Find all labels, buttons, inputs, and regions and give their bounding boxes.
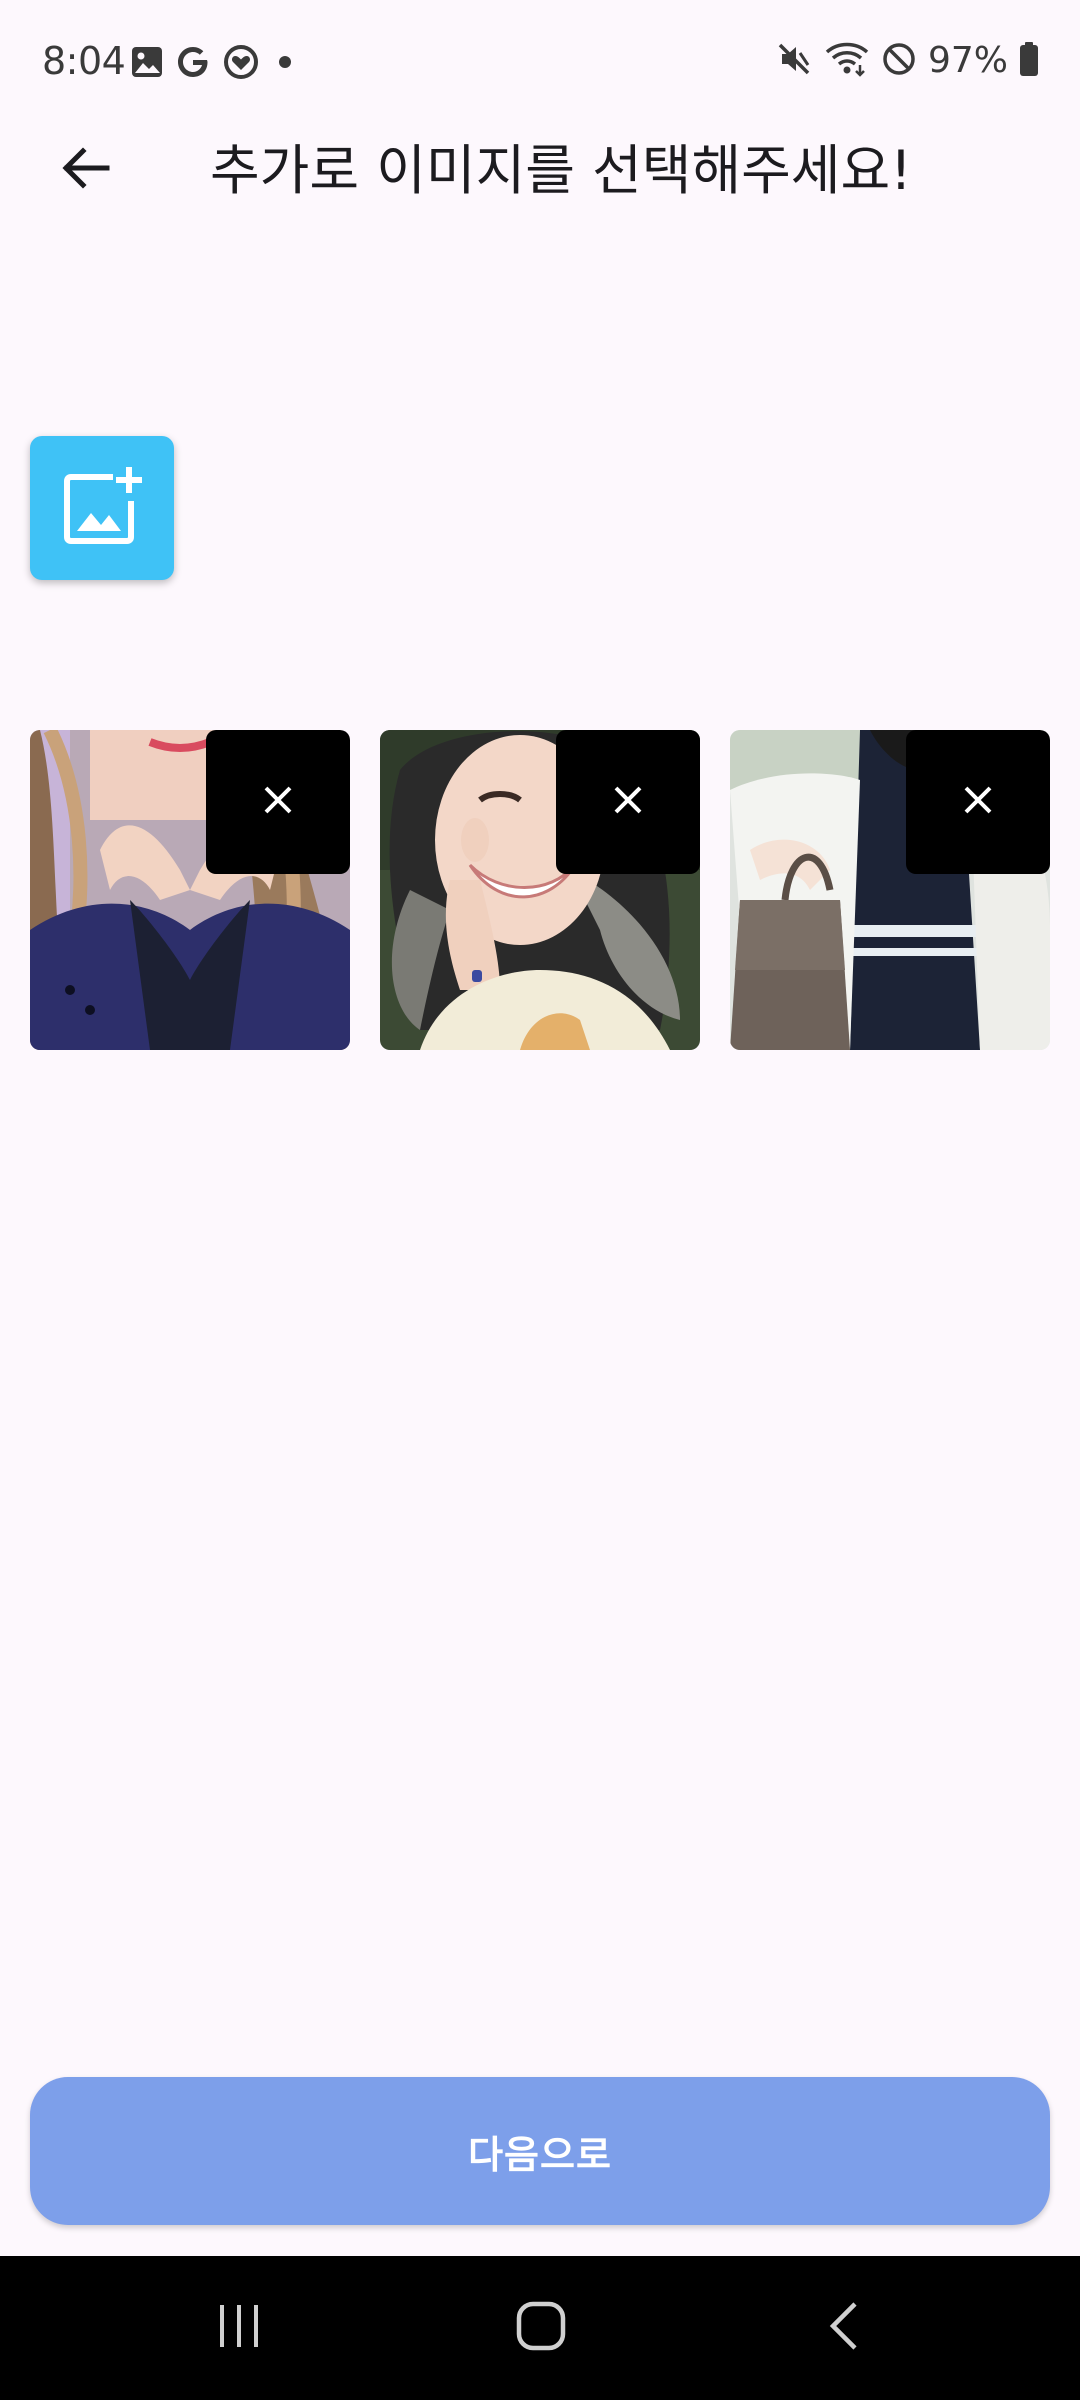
back-icon — [825, 2300, 865, 2356]
home-icon — [515, 2300, 567, 2356]
close-icon — [963, 785, 993, 819]
next-button[interactable]: 다음으로 — [30, 2077, 1050, 2225]
dot-icon — [270, 47, 300, 77]
nav-back-button[interactable] — [800, 2292, 890, 2364]
google-icon — [174, 43, 212, 81]
remove-image-button[interactable] — [206, 730, 350, 874]
selected-images-grid — [30, 730, 1050, 1050]
remove-image-button[interactable] — [906, 730, 1050, 874]
app-bar: 추가로 이미지를 선택해주세요! — [0, 120, 1080, 220]
mute-icon — [774, 39, 814, 83]
close-icon — [263, 785, 293, 819]
wifi-icon — [824, 39, 870, 83]
back-button[interactable] — [40, 140, 130, 200]
selected-image-2[interactable] — [380, 730, 700, 1050]
heart-badge-icon — [222, 43, 260, 81]
nav-recents-button[interactable] — [194, 2292, 284, 2364]
arrow-back-icon — [57, 140, 113, 200]
block-icon — [880, 40, 918, 82]
status-right: 97% — [774, 36, 1040, 86]
remove-image-button[interactable] — [556, 730, 700, 874]
status-left-icons — [130, 40, 300, 84]
battery-percent: 97% — [927, 40, 1008, 81]
nav-home-button[interactable] — [496, 2292, 586, 2364]
close-icon — [613, 785, 643, 819]
screen: 8:04 97% 추가로 이미지를 선택해주세요! 다음으로 — [0, 0, 1080, 2400]
status-time: 8:04 — [42, 39, 126, 83]
add-image-button[interactable] — [30, 436, 174, 580]
page-title: 추가로 이미지를 선택해주세요! — [210, 139, 912, 202]
battery-icon — [1018, 40, 1040, 82]
selected-image-1[interactable] — [30, 730, 350, 1050]
gallery-icon — [130, 45, 164, 79]
selected-image-3[interactable] — [730, 730, 1050, 1050]
add-photo-icon — [59, 463, 145, 553]
status-bar: 8:04 97% — [0, 0, 1080, 120]
navigation-bar — [0, 2256, 1080, 2400]
next-button-label: 다음으로 — [468, 2132, 612, 2177]
recents-icon — [214, 2301, 264, 2355]
